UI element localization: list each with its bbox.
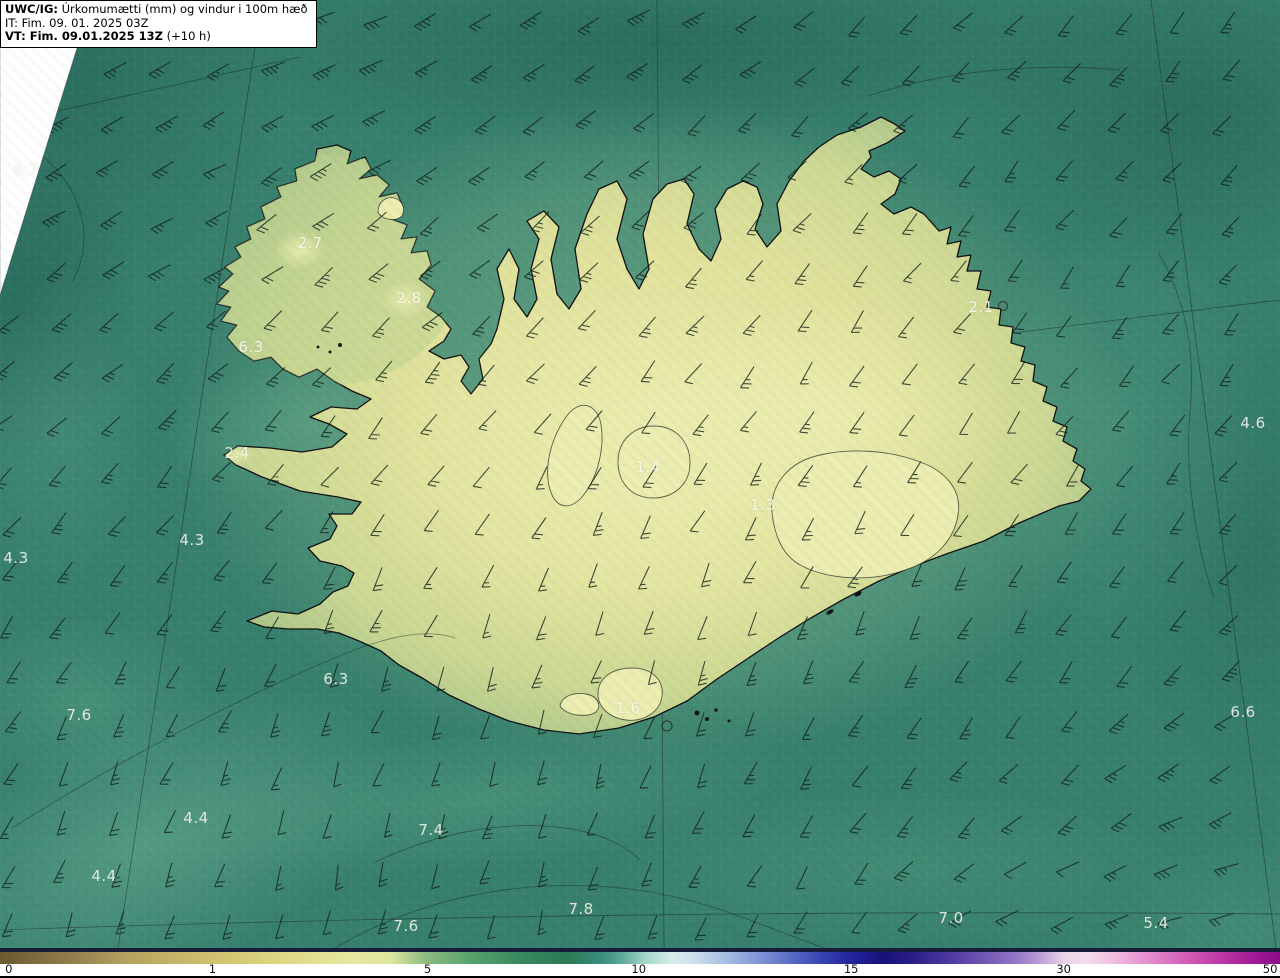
contour-label: 4.3 [3,549,29,567]
contour-label: 2.1 [968,298,994,316]
colorbar-tick-labels: 0 1 5 10 15 30 50 [0,962,1280,978]
contour-label: 1.4 [635,458,661,476]
colorbar-tick-1: 1 [208,962,217,976]
contour-label: 4.6 [1240,414,1266,432]
colorbar-tick-0: 0 [5,962,13,976]
contour-label: 4.4 [183,809,209,827]
colorbar-tick-30: 30 [1056,962,1071,976]
colorbar: 0 1 5 10 15 30 50 [0,948,1280,978]
contour-label: 5.4 [1143,914,1169,932]
contour-label: 4.3 [179,531,205,549]
valid-time-offset: (+10 h) [162,29,211,43]
contour-label: 2.4 [224,444,250,462]
product-title: UWC/IG: Úrkomumætti (mm) og vindur i 100… [5,2,308,17]
init-time: IT: Fim. 09. 01. 2025 03Z [5,15,149,30]
colorbar-tick-50: 50 [1262,962,1278,976]
contour-label: 2.7 [297,234,323,252]
map-area: 6.7 2.7 2.8 6.3 2.4 4.3 4.3 1.4 1.3 2.1 4.6 6.3 7.6 6… [0,0,1280,948]
valid-time-bold: VT: Fim. 09.01.2025 13Z [5,29,163,43]
product-description: Úrkomumætti (mm) og vindur i 100m hæð [57,2,308,16]
contour-label: 7.6 [66,706,92,724]
contour-label: 6.3 [238,338,264,356]
contour-label: 7.6 [393,917,419,935]
contour-label: 7.4 [418,821,444,839]
colorbar-tick-10: 10 [631,962,647,976]
contour-label: 6.7 [13,161,39,179]
contour-label: 1.6 [615,699,641,717]
contour-label: 2.8 [396,289,422,307]
contour-label: 6.6 [1230,703,1256,721]
product-code: UWC/IG: [5,2,58,16]
contour-label: 6.3 [323,670,349,688]
valid-time: VT: Fim. 09.01.2025 13Z (+10 h) [5,29,308,44]
contour-label: 4.4 [91,867,117,885]
contour-label: 7.0 [938,909,964,927]
contour-label: 1.3 [750,496,776,514]
weather-map-product: 6.7 2.7 2.8 6.3 2.4 4.3 4.3 1.4 1.3 2.1 4.6 6.3 7.6 6… [0,0,1280,978]
contour-label: 7.8 [568,900,594,918]
title-box: UWC/IG: Úrkomumætti (mm) og vindur i 100… [0,0,317,48]
colorbar-tick-15: 15 [843,962,859,976]
colorbar-tick-5: 5 [423,962,432,976]
